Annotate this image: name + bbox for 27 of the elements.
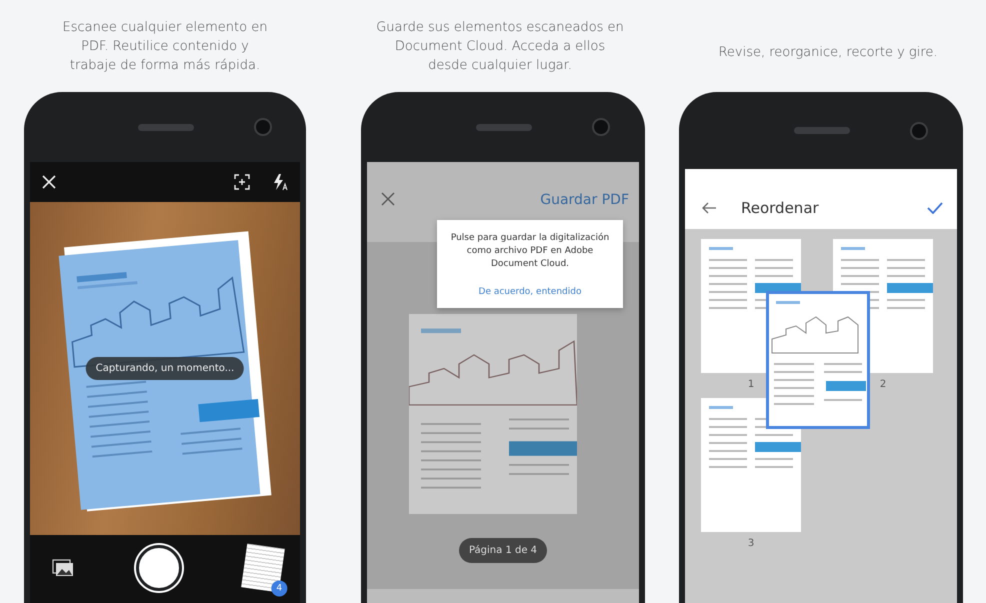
page-number: 2: [880, 379, 886, 390]
focus-frame-icon[interactable]: [234, 174, 250, 190]
back-arrow-icon[interactable]: [701, 202, 717, 214]
flash-auto-icon[interactable]: [272, 173, 288, 191]
page-thumbnail[interactable]: [701, 398, 801, 532]
save-pdf-button[interactable]: Guardar PDF: [540, 192, 629, 208]
screen-title: Reordenar: [741, 199, 819, 217]
page-number: 1: [748, 379, 754, 390]
gallery-icon[interactable]: [52, 559, 74, 577]
caption: Guarde sus elementos escaneados en Document Cloud. Acceda a ellos desde cualquier lugar.: [375, 18, 625, 74]
speaker-grille: [794, 127, 850, 134]
camera-lens: [254, 118, 272, 136]
page-count-badge: 4: [271, 580, 288, 596]
caption: Escanee cualquier elemento en PDF. Reutilice contenido y trabaje de forma más rápida.: [62, 18, 268, 74]
shutter-button[interactable]: [136, 545, 182, 591]
speaker-grille: [476, 124, 532, 130]
page-number: 3: [748, 538, 754, 549]
dismiss-link[interactable]: De acuerdo, entendido: [478, 287, 582, 297]
dragged-page-thumbnail[interactable]: [766, 291, 870, 429]
tooltip-text: Pulse para guardar la digitalización como archivo PDF en Adobe Document Cloud.: [450, 232, 610, 271]
checkmark-icon[interactable]: [927, 202, 943, 214]
camera-lens: [910, 122, 928, 140]
caption: Revise, reorganice, recorte y gire.: [717, 44, 939, 62]
page-indicator: Página 1 de 4: [458, 538, 548, 563]
camera-lens: [592, 118, 610, 136]
status-toast: Capturando, un momento...: [86, 357, 244, 380]
speaker-grille: [138, 124, 194, 130]
